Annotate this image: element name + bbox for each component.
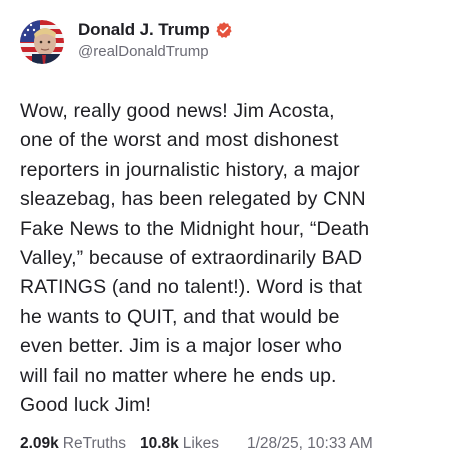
name-row: Donald J. Trump [78, 20, 233, 40]
post-text-line: reporters in journalistic history, a maj… [20, 158, 360, 181]
post-text-line: will fail no matter where he ends up. [20, 364, 337, 387]
retruths-count: 2.09k [20, 435, 59, 452]
likes-label: Likes [182, 435, 219, 452]
handle[interactable]: @realDonaldTrump [78, 42, 233, 62]
post-text: Wow, really good news! Jim Acosta, one o… [20, 97, 430, 420]
post-timestamp[interactable]: 1/28/25, 10:33 AM [247, 434, 373, 454]
verified-badge-icon [215, 21, 233, 39]
post-text-line: Valley,” because of extraordinarily BAD [20, 247, 363, 270]
author-info: Donald J. Trump @realDonaldTrump [78, 20, 233, 62]
retruths-label: ReTruths [62, 435, 126, 452]
post-text-line: Good luck Jim! [20, 394, 152, 417]
retruths-stat[interactable]: 2.09k ReTruths [20, 434, 126, 454]
likes-count: 10.8k [139, 435, 179, 452]
post-text-line: Wow, really good news! Jim Acosta, [20, 100, 335, 122]
likes-stat[interactable]: 10.8k Likes [140, 434, 219, 454]
post-card: Donald J. Trump @realDonaldTrump Wow, re… [0, 0, 449, 474]
post-text-line: RATINGS (and no talent!). Word is that [20, 276, 363, 299]
avatar[interactable] [20, 20, 64, 64]
post-text-line: one of the worst and most dishonest [20, 129, 339, 152]
post-text-line: Fake News to the Midnight hour, “Death [20, 217, 370, 240]
post-text-line: even better. Jim is a major loser who [20, 335, 343, 358]
post-text-line: he wants to QUIT, and that would be [20, 305, 340, 328]
post-stats: 2.09k ReTruths 10.8k Likes 1/28/25, 10:3… [20, 434, 373, 454]
display-name[interactable]: Donald J. Trump [78, 20, 210, 40]
post-header: Donald J. Trump @realDonaldTrump [20, 14, 431, 70]
post-text-line: sleazebag, has been relegated by CNN [20, 188, 366, 211]
